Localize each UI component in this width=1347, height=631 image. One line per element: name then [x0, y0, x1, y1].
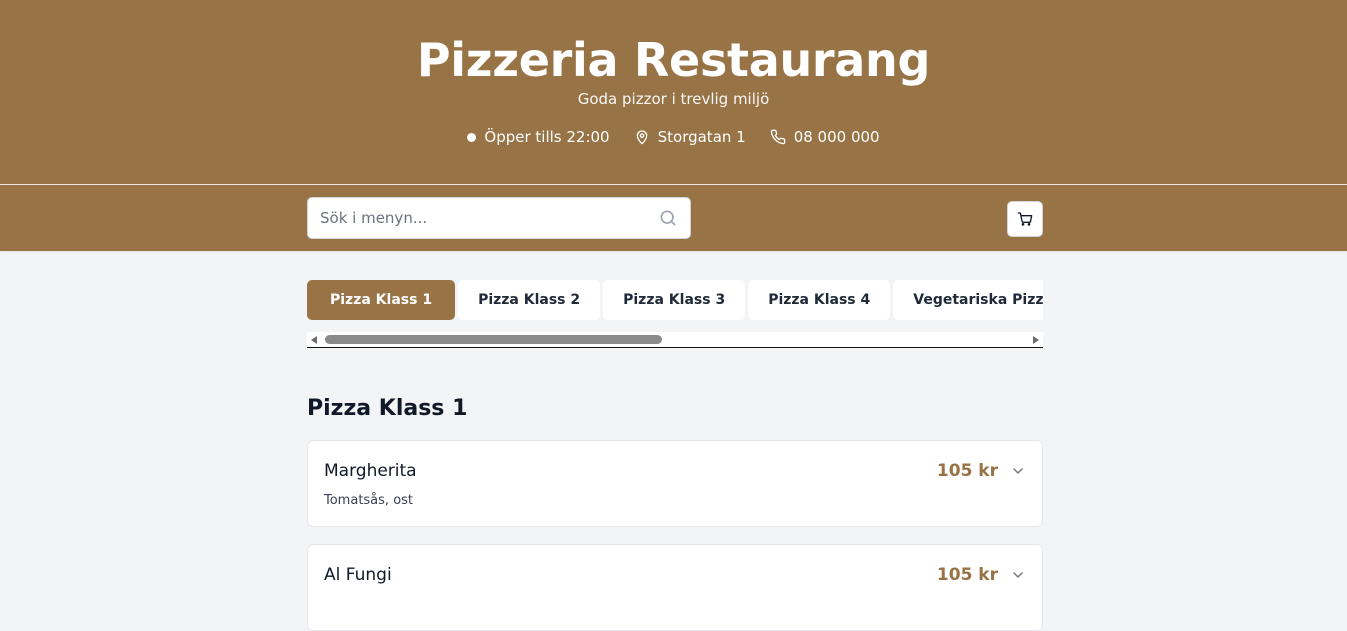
menu-item[interactable]: Margherita Tomatsås, ost 105 kr	[307, 440, 1043, 527]
menu-item-name: Al Fungi	[324, 565, 392, 585]
address-text: Storgatan 1	[657, 128, 746, 146]
scroll-left-arrow-icon[interactable]	[311, 336, 317, 344]
opening-hours-text: Öpper tills 22:00	[484, 128, 610, 146]
restaurant-title: Pizzeria Restaurang	[416, 33, 931, 87]
info-row: Öpper tills 22:00 Storgatan 1 08 000 000	[0, 128, 1347, 146]
tab-pizza-klass-3[interactable]: Pizza Klass 3	[603, 280, 746, 320]
search-box[interactable]	[307, 197, 691, 239]
menu-item-price: 105 kr	[936, 461, 998, 481]
phone: 08 000 000	[770, 128, 880, 146]
section-title: Pizza Klass 1	[307, 396, 468, 421]
cart-button[interactable]	[1007, 201, 1043, 237]
chevron-down-icon[interactable]	[1010, 567, 1026, 583]
scroll-right-arrow-icon[interactable]	[1033, 336, 1039, 344]
tagline: Goda pizzor i trevlig miljö	[577, 90, 770, 108]
category-tab-list: Pizza Klass 1 Pizza Klass 2 Pizza Klass …	[307, 280, 1043, 320]
menu-item[interactable]: Al Fungi 105 kr	[307, 544, 1043, 631]
chevron-down-icon[interactable]	[1010, 463, 1026, 479]
phone-icon	[770, 129, 786, 145]
category-tabs: Pizza Klass 1 Pizza Klass 2 Pizza Klass …	[307, 280, 1043, 348]
opening-hours: Öpper tills 22:00	[467, 128, 610, 146]
tabs-scrollbar[interactable]	[307, 332, 1043, 348]
phone-text: 08 000 000	[793, 128, 880, 146]
map-pin-icon	[636, 130, 647, 145]
search-icon[interactable]	[658, 208, 678, 228]
menu-item-price: 105 kr	[936, 565, 998, 585]
scrollbar-thumb[interactable]	[325, 335, 662, 344]
tab-pizza-klass-4[interactable]: Pizza Klass 4	[748, 280, 891, 320]
search-input[interactable]	[320, 209, 658, 227]
shopping-cart-icon	[1017, 212, 1033, 226]
menu-item-description: Tomatsås, ost	[324, 493, 414, 508]
open-status-dot-icon	[467, 132, 477, 142]
tab-vegetariska-pizzor[interactable]: Vegetariska Pizzor	[893, 280, 1043, 320]
tab-pizza-klass-1[interactable]: Pizza Klass 1	[307, 280, 456, 320]
menu-item-name: Margherita	[324, 461, 417, 481]
toolbar	[0, 184, 1347, 251]
address: Storgatan 1	[634, 128, 746, 146]
tab-pizza-klass-2[interactable]: Pizza Klass 2	[458, 280, 601, 320]
site-header: Pizzeria Restaurang Goda pizzor i trevli…	[0, 0, 1347, 184]
